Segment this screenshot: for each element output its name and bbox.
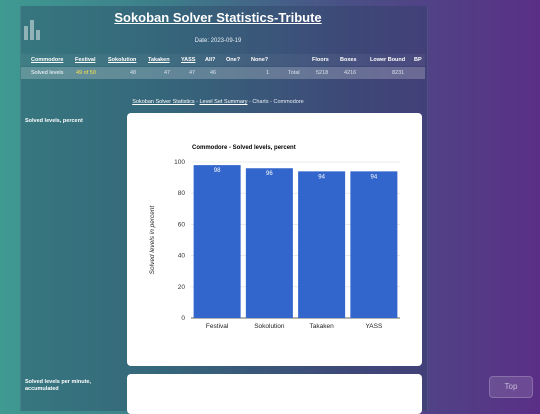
- y-tick-label: 40: [178, 253, 186, 260]
- header-one: One?: [226, 57, 241, 63]
- header-floors: Floors: [312, 57, 329, 63]
- header-takaken[interactable]: Takaken: [148, 57, 170, 63]
- header-boxes: Boxes: [340, 57, 357, 63]
- chart-card-2: [127, 374, 422, 414]
- cell-none: 1: [266, 70, 270, 76]
- data-label: 94: [318, 174, 325, 180]
- cell-takaken: 47: [164, 70, 171, 76]
- cell-all: 46: [210, 70, 217, 76]
- page-title: Sokoban Solver Statistics-Tribute: [0, 10, 436, 25]
- y-tick-label: 0: [181, 315, 185, 322]
- row-label: Solved levels: [31, 70, 64, 76]
- y-axis-label: Solved levels in percent: [149, 204, 156, 274]
- header-yass[interactable]: YASS: [181, 57, 195, 63]
- section-label-per-minute: Solved levels per minute, accumulated: [25, 379, 92, 392]
- link-summary[interactable]: Level Set Summary: [200, 99, 248, 105]
- section-label-percent: Solved levels, percent: [25, 118, 83, 124]
- cell-festival: 49 of 50: [76, 70, 96, 76]
- header-commodore[interactable]: Commodore: [31, 57, 63, 63]
- data-label: 94: [371, 174, 378, 180]
- header-sokolution[interactable]: Sokolution: [108, 57, 136, 63]
- x-tick-label: Festival: [206, 323, 229, 330]
- header-none: None?: [251, 57, 269, 63]
- table-row: Solved levels 49 of 50 48 47 47 46 1 Tot…: [21, 67, 425, 79]
- x-tick-label: YASS: [365, 323, 383, 330]
- bar: [193, 165, 241, 318]
- link-stats[interactable]: Sokoban Solver Statistics: [132, 99, 194, 105]
- header-lower-bound: Lower Bound: [370, 57, 406, 63]
- y-tick-label: 20: [178, 284, 186, 291]
- cell-boxes: 4216: [344, 70, 357, 76]
- breadcrumb: Sokoban Solver Statistics - Level Set Su…: [0, 99, 436, 105]
- data-label: 96: [266, 171, 273, 177]
- x-tick-label: Takaken: [310, 323, 335, 330]
- table-header-row: Commodore Festival Sokolution Takaken YA…: [21, 54, 425, 66]
- cell-yass: 47: [189, 70, 196, 76]
- data-label: 98: [214, 168, 221, 174]
- y-tick-label: 80: [178, 190, 186, 197]
- bar: [298, 171, 346, 318]
- bar: [350, 171, 398, 318]
- breadcrumb-rest: - Charts - Commodore: [247, 99, 304, 105]
- x-tick-label: Sokolution: [254, 323, 285, 330]
- bar-chart: 0 20 40 60 80 100 98 Festival 96 Sokolution 94 Taka…: [149, 159, 400, 330]
- header-all: All?: [205, 57, 216, 63]
- y-tick-label: 100: [174, 159, 185, 166]
- report-date: Date: 2023-09-19: [194, 38, 242, 44]
- title-suffix: -Tribute: [274, 10, 322, 25]
- header-festival[interactable]: Festival: [75, 57, 95, 63]
- cell-lower-bound: 8231: [392, 70, 405, 76]
- title-main[interactable]: Sokoban Solver Statistics: [114, 10, 274, 25]
- stats-table: Commodore Festival Sokolution Takaken YA…: [21, 54, 425, 82]
- chart-card: Commodore - Solved levels, percent 0 20 40…: [127, 113, 422, 366]
- top-button[interactable]: Top: [489, 376, 533, 398]
- bar: [245, 168, 293, 318]
- cell-sokolution: 48: [130, 70, 137, 76]
- cell-total-label: Total: [288, 70, 300, 76]
- y-tick-label: 60: [178, 221, 186, 228]
- header-bp: BP: [414, 57, 422, 63]
- cell-floors: 5218: [316, 70, 329, 76]
